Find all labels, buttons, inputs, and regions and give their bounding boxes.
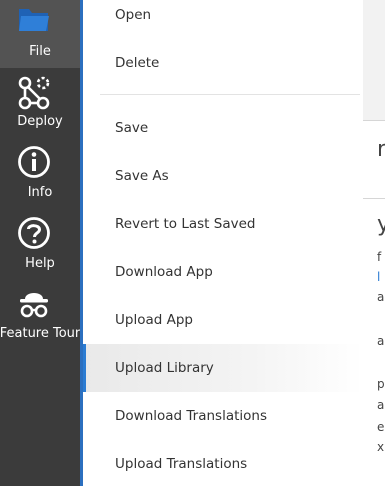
nav-label-deploy: Deploy bbox=[17, 114, 63, 129]
background-text: f bbox=[377, 250, 382, 264]
background-text: a bbox=[377, 334, 385, 348]
background-divider bbox=[363, 120, 385, 121]
deploy-icon bbox=[18, 76, 50, 110]
background-text: p bbox=[377, 377, 385, 391]
nav-item-feature-tour[interactable]: Feature Tour bbox=[0, 282, 80, 350]
menu-item-open[interactable]: Open bbox=[83, 0, 363, 39]
nav-label-help: Help bbox=[25, 256, 55, 271]
menu-item-label: Delete bbox=[115, 55, 160, 71]
menu-item-label: Open bbox=[115, 7, 152, 23]
file-menu: Open Delete Save Save As Revert to Last … bbox=[83, 0, 363, 486]
info-icon bbox=[18, 146, 50, 178]
menu-separator bbox=[100, 94, 360, 95]
nav-item-file[interactable]: File bbox=[0, 0, 80, 68]
nav-label-file: File bbox=[29, 44, 51, 59]
menu-item-label: Upload Translations bbox=[115, 456, 248, 472]
nav-label-feature-tour: Feature Tour bbox=[0, 326, 81, 341]
menu-item-label: Save bbox=[115, 120, 149, 136]
nav-item-help[interactable]: Help bbox=[0, 211, 80, 279]
menu-item-download-app[interactable]: Download App bbox=[83, 248, 363, 296]
menu-item-download-translations[interactable]: Download Translations bbox=[83, 392, 363, 440]
menu-item-label: Upload App bbox=[115, 312, 193, 328]
background-text: a bbox=[377, 290, 385, 304]
background-text: a bbox=[377, 398, 385, 412]
background-text: l bbox=[377, 270, 381, 284]
nav-item-info[interactable]: Info bbox=[0, 140, 80, 208]
background-text: xp bbox=[377, 440, 385, 454]
menu-item-label: Download App bbox=[115, 264, 213, 280]
background-text: n bbox=[377, 137, 385, 162]
menu-item-revert-to-last-saved[interactable]: Revert to Last Saved bbox=[83, 200, 363, 248]
menu-item-save-as[interactable]: Save As bbox=[83, 152, 363, 200]
background-panel: n y f l a a p a e xp bbox=[363, 0, 385, 486]
background-header bbox=[363, 0, 385, 120]
menu-item-label: Revert to Last Saved bbox=[115, 216, 256, 232]
menu-item-delete[interactable]: Delete bbox=[83, 39, 363, 87]
help-icon bbox=[18, 217, 50, 249]
menu-item-label: Save As bbox=[115, 168, 169, 184]
menu-item-label: Download Translations bbox=[115, 408, 267, 424]
background-divider bbox=[363, 198, 385, 199]
nav-label-info: Info bbox=[27, 185, 53, 200]
menu-item-upload-library[interactable]: Upload Library bbox=[83, 344, 363, 392]
menu-item-upload-app[interactable]: Upload App bbox=[83, 296, 363, 344]
menu-item-upload-translations[interactable]: Upload Translations bbox=[83, 440, 363, 488]
nav-rail: File Deploy Info Help Feature Tour bbox=[0, 0, 80, 486]
background-text: y bbox=[377, 212, 385, 237]
menu-item-save[interactable]: Save bbox=[83, 104, 363, 152]
nav-item-deploy[interactable]: Deploy bbox=[0, 70, 80, 138]
background-text: e bbox=[377, 420, 385, 434]
feature-tour-icon bbox=[20, 293, 48, 318]
folder-icon bbox=[19, 9, 49, 31]
menu-item-label: Upload Library bbox=[115, 360, 214, 376]
